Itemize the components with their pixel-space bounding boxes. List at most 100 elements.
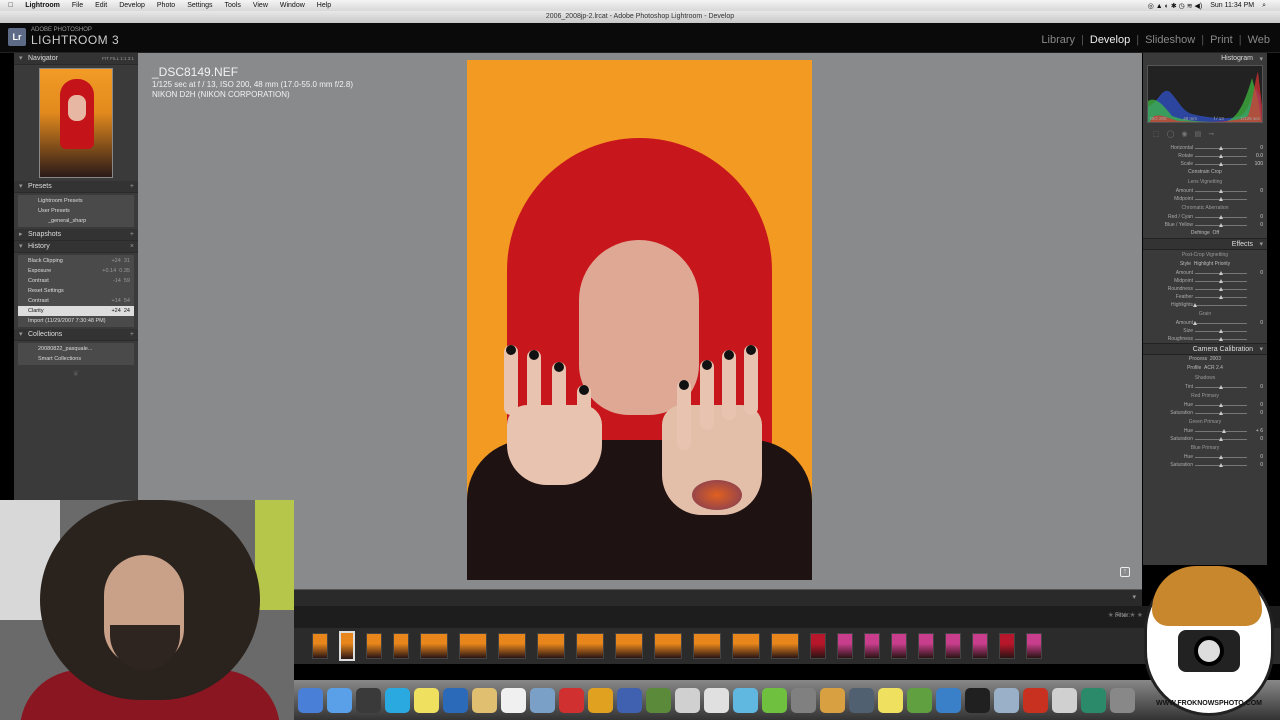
slider-row[interactable]: Amount 0 — [1143, 269, 1267, 277]
slider-knob[interactable] — [1219, 337, 1223, 341]
slider-row[interactable]: Scale 100 — [1143, 160, 1267, 168]
history-step[interactable]: Black Clipping +24 31 — [18, 256, 134, 266]
spot-removal-icon[interactable]: ◯ — [1167, 130, 1175, 138]
filmstrip-thumb[interactable] — [918, 633, 934, 659]
filmstrip-thumb[interactable] — [654, 633, 682, 659]
history-step[interactable]: Contrast +14 54 — [18, 296, 134, 306]
navigator-zoom-options[interactable]: FIT FILL 1:1 3:1 — [102, 53, 134, 65]
filmstrip-thumb[interactable] — [366, 633, 382, 659]
slider-knob[interactable] — [1219, 197, 1223, 201]
app-icon[interactable] — [994, 687, 1019, 713]
skype-icon[interactable] — [385, 687, 410, 713]
slider-knob[interactable] — [1219, 287, 1223, 291]
process-select-value[interactable]: 2003 — [1210, 356, 1221, 362]
slider-value[interactable]: 0 — [1260, 269, 1263, 277]
slider-value[interactable]: 0 — [1260, 144, 1263, 152]
slider-row[interactable]: Amount 0 — [1143, 319, 1267, 327]
navigator-preview[interactable] — [39, 68, 113, 178]
history-step[interactable]: Exposure +0.14 0.35 — [18, 266, 134, 276]
slider-value[interactable]: 0.0 — [1256, 152, 1263, 160]
filmstrip-thumb[interactable] — [1026, 633, 1042, 659]
toolbar-toggle-icon[interactable]: ▾ — [1132, 593, 1136, 601]
effects-header[interactable]: Effects — [1143, 238, 1267, 251]
app-icon[interactable] — [791, 687, 816, 713]
menu-file[interactable]: File — [72, 2, 83, 9]
clear-history-icon[interactable]: × — [130, 241, 134, 253]
vignette-style-select[interactable]: Style Highlight Priority — [1143, 260, 1267, 269]
slider-knob[interactable] — [1219, 463, 1223, 467]
slider-knob[interactable] — [1219, 403, 1223, 407]
filmstrip-thumb[interactable] — [420, 633, 448, 659]
slider-row[interactable]: Tint 0 — [1143, 383, 1267, 391]
preset-folder[interactable]: User Presets — [18, 206, 134, 216]
filmstrip-thumb[interactable] — [615, 633, 643, 659]
zoom-fill[interactable]: FILL — [110, 56, 119, 61]
filmstrip-thumb[interactable] — [576, 633, 604, 659]
slider-knob[interactable] — [1219, 385, 1223, 389]
status-icons[interactable]: ◎ ▲ ◐ ✱ ◷ ≋ ◀) — [1148, 2, 1203, 10]
slider-knob[interactable] — [1193, 321, 1197, 325]
app-icon[interactable] — [617, 687, 642, 713]
menu-view[interactable]: View — [253, 2, 268, 9]
defringe-select[interactable]: Defringe Off — [1143, 229, 1267, 238]
menu-window[interactable]: Window — [280, 2, 305, 9]
process-select[interactable]: Process 2003 — [1143, 355, 1267, 364]
histogram[interactable]: ISO 200 48 mm f / 13 1/125 sec — [1147, 65, 1263, 123]
filmstrip-thumb[interactable] — [498, 633, 526, 659]
adjustment-brush-icon[interactable]: ⊸ — [1208, 130, 1214, 138]
menu-edit[interactable]: Edit — [95, 2, 107, 9]
filmstrip-thumb[interactable] — [771, 633, 799, 659]
profile-select[interactable]: Profile ACR 2.4 — [1143, 364, 1267, 373]
module-web[interactable]: Web — [1248, 34, 1270, 46]
app-icon[interactable] — [646, 687, 671, 713]
preset-folder[interactable]: Lightroom Presets — [18, 196, 134, 206]
guitar-icon[interactable] — [356, 687, 381, 713]
slider-row[interactable]: Rotate 0.0 — [1143, 152, 1267, 160]
module-print[interactable]: Print — [1210, 34, 1233, 46]
show-toolbar-button[interactable]: ↑ — [1120, 567, 1130, 577]
vignette-style-select-value[interactable]: Highlight Priority — [1194, 261, 1230, 267]
finder-icon[interactable] — [298, 687, 323, 713]
snapshots-header[interactable]: Snapshots + — [14, 229, 138, 241]
filmstrip[interactable] — [294, 628, 1280, 664]
slider-knob[interactable] — [1219, 329, 1223, 333]
slider-row[interactable]: Highlights — [1143, 301, 1267, 309]
slider-knob[interactable] — [1193, 303, 1197, 307]
slider-knob[interactable] — [1219, 223, 1223, 227]
slider-knob[interactable] — [1219, 189, 1223, 193]
app-icon[interactable] — [559, 687, 584, 713]
slider-value[interactable]: + 6 — [1256, 427, 1263, 435]
slider-knob[interactable] — [1219, 411, 1223, 415]
camera-calibration-header[interactable]: Camera Calibration — [1143, 343, 1267, 356]
app-icon[interactable] — [704, 687, 729, 713]
menu-tools[interactable]: Tools — [224, 2, 240, 9]
app-icon[interactable] — [1052, 687, 1077, 713]
history-step[interactable]: Reset Settings — [18, 286, 134, 296]
profile-select-value[interactable]: ACR 2.4 — [1204, 365, 1223, 371]
apple-menu-icon[interactable]:  — [8, 2, 13, 9]
slider-knob[interactable] — [1222, 429, 1227, 433]
menu-photo[interactable]: Photo — [157, 2, 175, 9]
slider-knob[interactable] — [1219, 146, 1223, 150]
module-develop[interactable]: Develop — [1090, 34, 1130, 46]
time-machine-icon[interactable] — [1081, 687, 1106, 713]
slider-track[interactable] — [1195, 305, 1247, 306]
slider-value[interactable]: 0 — [1260, 453, 1263, 461]
slider-value[interactable]: 0 — [1260, 319, 1263, 327]
filmstrip-thumb[interactable] — [693, 633, 721, 659]
menu-settings[interactable]: Settings — [187, 2, 212, 9]
slider-row[interactable]: Horizontal 0 — [1143, 144, 1267, 152]
app-icon[interactable] — [675, 687, 700, 713]
slider-row[interactable]: Size — [1143, 327, 1267, 335]
spotlight-icon[interactable]: ⌕ — [1262, 2, 1266, 10]
menubar-clock[interactable]: Sun 11:34 PM — [1210, 2, 1254, 10]
slider-value[interactable]: 0 — [1260, 383, 1263, 391]
preview-icon[interactable] — [472, 687, 497, 713]
slider-row[interactable]: Feather — [1143, 293, 1267, 301]
filmstrip-thumb[interactable] — [972, 633, 988, 659]
defringe-select-value[interactable]: Off — [1213, 230, 1220, 236]
filmstrip-thumb[interactable] — [732, 633, 760, 659]
menu-develop[interactable]: Develop — [119, 2, 145, 9]
menu-lightroom[interactable]: Lightroom — [25, 2, 60, 9]
stickies-icon[interactable] — [878, 687, 903, 713]
